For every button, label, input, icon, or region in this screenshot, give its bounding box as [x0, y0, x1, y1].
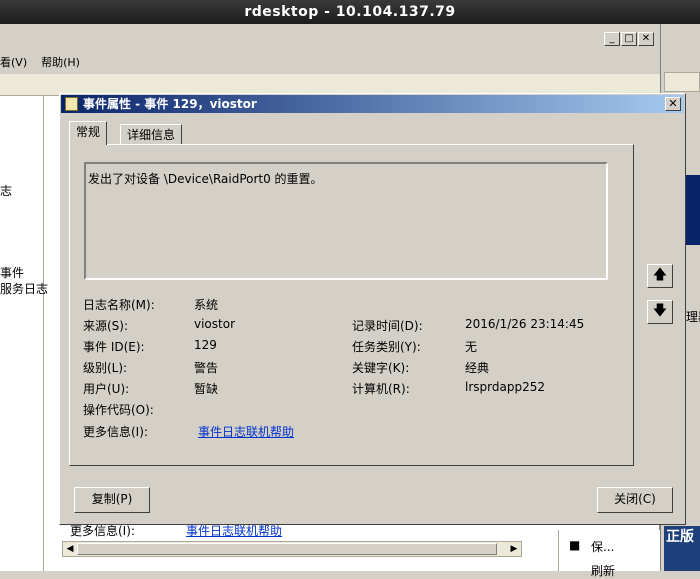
- event-description-text: 发出了对设备 \Device\RaidPort0 的重置。: [88, 172, 323, 186]
- event-properties-dialog: 事件属性 - 事件 129，viostor ✕ 常规 详细信息 发出了对设备 \…: [59, 93, 686, 525]
- user-value: 暂缺: [194, 382, 219, 396]
- level-label: 级别(L):: [83, 361, 128, 375]
- maximize-button[interactable]: □: [621, 32, 637, 46]
- window-titlebar: rdesktop - 10.104.137.79: [0, 0, 700, 24]
- dialog-titlebar: 事件属性 - 事件 129，viostor ✕: [61, 95, 684, 113]
- dialog-close-icon[interactable]: ✕: [665, 97, 681, 111]
- genuine-banner: 正版: [664, 526, 700, 571]
- log-name-label: 日志名称(M):: [83, 298, 155, 312]
- tab-general[interactable]: 常规: [69, 121, 108, 145]
- tab-details-label: 详细信息: [127, 128, 176, 142]
- close-button[interactable]: 关闭(C): [597, 487, 673, 513]
- logged-label: 记录时间(D):: [352, 319, 423, 333]
- save-action-icon[interactable]: ■: [569, 538, 580, 552]
- event-id-value: 129: [194, 338, 217, 352]
- scroll-right-icon[interactable]: ▶: [507, 542, 521, 556]
- keywords-value: 经典: [465, 361, 490, 375]
- tree-item-events[interactable]: 事件: [0, 264, 24, 281]
- next-event-button[interactable]: 🡇: [647, 300, 673, 324]
- source-label: 来源(S):: [83, 319, 129, 333]
- menu-view[interactable]: 看(V): [0, 54, 27, 70]
- minimize-button[interactable]: _: [604, 32, 620, 46]
- event-properties-icon: [65, 97, 78, 111]
- event-viewer-window-controls: _ □ ✕: [604, 32, 654, 46]
- computer-label: 计算机(R):: [352, 382, 410, 396]
- log-name-value: 系统: [194, 298, 219, 312]
- previous-event-button[interactable]: 🡅: [647, 264, 673, 288]
- right-panel-header: [664, 72, 700, 92]
- horizontal-scrollbar[interactable]: ◀ ▶: [62, 541, 522, 557]
- tab-details[interactable]: 详细信息: [120, 124, 183, 146]
- arrow-down-icon: 🡇: [652, 303, 668, 319]
- more-info-label: 更多信息(I):: [83, 425, 148, 439]
- scroll-left-icon[interactable]: ◀: [63, 542, 77, 556]
- more-info-link[interactable]: 事件日志联机帮助: [198, 423, 294, 440]
- actions-pane: ■ 保... 刷新: [558, 530, 660, 578]
- right-panel-graphic: [686, 175, 700, 245]
- menu-help[interactable]: 帮助(H): [41, 54, 80, 70]
- tree-item-logs[interactable]: 志: [0, 182, 12, 199]
- close-button-label: 关闭(C): [614, 492, 656, 506]
- event-description[interactable]: 发出了对设备 \Device\RaidPort0 的重置。: [84, 162, 608, 280]
- tree-item-service-logs[interactable]: 服务日志: [0, 280, 48, 297]
- keywords-label: 关键字(K):: [352, 361, 410, 375]
- arrow-up-icon: 🡅: [652, 267, 668, 283]
- task-category-value: 无: [465, 340, 478, 354]
- event-id-label: 事件 ID(E):: [83, 340, 145, 354]
- logged-value: 2016/1/26 23:14:45: [465, 317, 585, 331]
- user-label: 用户(U):: [83, 382, 130, 396]
- copy-button-label: 复制(P): [91, 492, 133, 506]
- scroll-thumb[interactable]: [77, 543, 497, 555]
- opcode-label: 操作代码(O):: [83, 403, 154, 417]
- genuine-banner-text: 正版: [666, 529, 694, 545]
- dialog-title: 事件属性 - 事件 129，viostor: [83, 97, 257, 111]
- window-title: rdesktop - 10.104.137.79: [244, 4, 456, 20]
- task-category-label: 任务类别(Y):: [352, 340, 421, 354]
- level-value: 警告: [194, 361, 219, 375]
- tab-general-label: 常规: [76, 125, 101, 139]
- source-value: viostor: [194, 317, 236, 331]
- right-panel-text-1: 理器: [686, 310, 700, 324]
- close-icon[interactable]: ✕: [638, 32, 654, 46]
- console-tree: 志 事件 服务日志: [0, 96, 48, 571]
- event-viewer-menubar: [0, 24, 660, 74]
- copy-button[interactable]: 复制(P): [74, 487, 150, 513]
- computer-value: lrsprdapp252: [465, 380, 545, 394]
- save-action[interactable]: 保...: [591, 538, 614, 555]
- menu-bar: 看(V) 帮助(H): [0, 54, 80, 70]
